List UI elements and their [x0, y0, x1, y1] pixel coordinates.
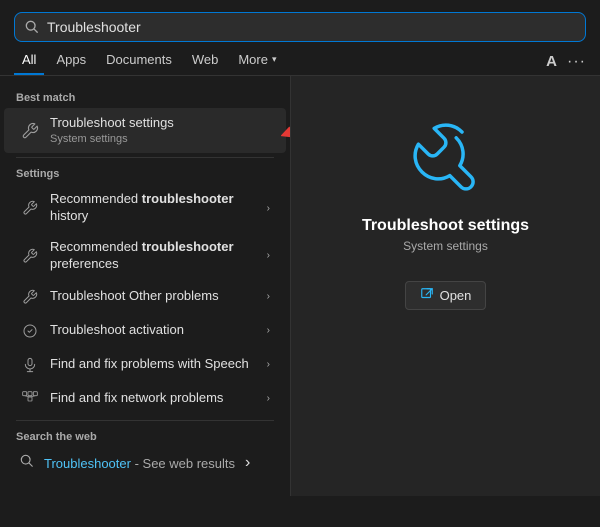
settings-item-activation[interactable]: Troubleshoot activation ›	[4, 314, 286, 348]
right-panel: Troubleshoot settings System settings Op…	[290, 76, 600, 496]
tab-documents[interactable]: Documents	[98, 48, 180, 75]
settings-item-network[interactable]: Find and fix network problems ›	[4, 382, 286, 416]
chevron-web: ›	[245, 454, 250, 472]
open-label: Open	[440, 288, 472, 303]
settings-item-text-1: Recommended troubleshooter history	[50, 191, 257, 225]
web-search-query: Troubleshooter	[44, 456, 131, 471]
settings-item-other[interactable]: Troubleshoot Other problems ›	[4, 280, 286, 314]
open-button[interactable]: Open	[405, 281, 487, 310]
tab-web[interactable]: Web	[184, 48, 227, 75]
divider-2	[16, 420, 274, 421]
font-label: A	[546, 53, 557, 70]
search-input[interactable]	[47, 19, 575, 35]
large-wrench-icon	[406, 116, 486, 196]
web-search-text: Troubleshooter - See web results	[44, 456, 235, 471]
best-match-label: Best match	[0, 86, 290, 108]
search-bar[interactable]	[14, 12, 586, 42]
settings-item-text-2: Recommended troubleshooter preferences	[50, 239, 257, 273]
settings-item-text-3: Troubleshoot Other problems	[50, 288, 257, 305]
chevron-icon-1: ›	[267, 203, 270, 214]
tabs-bar: All Apps Documents Web More ▾ A ···	[0, 42, 600, 76]
best-match-subtitle: System settings	[50, 132, 270, 146]
settings-icon-4	[20, 321, 40, 341]
search-web-label: Search the web	[0, 425, 290, 447]
settings-item-text-4: Troubleshoot activation	[50, 322, 257, 339]
settings-item-speech[interactable]: Find and fix problems with Speech ›	[4, 348, 286, 382]
wrench-icon	[20, 121, 40, 141]
left-panel: Best match Troubleshoot settings System …	[0, 76, 290, 496]
chevron-icon-2: ›	[267, 250, 270, 261]
settings-label: Settings	[0, 162, 290, 184]
main-layout: Best match Troubleshoot settings System …	[0, 76, 600, 496]
chevron-icon-4: ›	[267, 325, 270, 336]
right-panel-title: Troubleshoot settings	[362, 217, 529, 235]
right-panel-icon-area	[406, 116, 486, 201]
settings-icon-3	[20, 287, 40, 307]
best-match-text: Troubleshoot settings System settings	[50, 115, 270, 146]
network-icon	[20, 389, 40, 409]
best-match-item[interactable]: Troubleshoot settings System settings	[4, 108, 286, 153]
settings-item-rec-prefs[interactable]: Recommended troubleshooter preferences ›	[4, 232, 286, 280]
red-arrow	[281, 116, 290, 146]
tab-more[interactable]: More ▾	[230, 48, 284, 75]
tab-all[interactable]: All	[14, 48, 44, 75]
settings-item-text-6: Find and fix network problems	[50, 390, 257, 407]
search-icon	[25, 20, 39, 34]
best-match-title: Troubleshoot settings	[50, 115, 270, 132]
web-search-suffix: - See web results	[131, 456, 235, 471]
right-panel-subtitle: System settings	[403, 239, 488, 253]
more-options-icon[interactable]: ···	[567, 53, 586, 71]
chevron-icon-3: ›	[267, 291, 270, 302]
settings-icon-1	[20, 198, 40, 218]
chevron-icon-5: ›	[267, 359, 270, 370]
chevron-icon-6: ›	[267, 393, 270, 404]
chevron-down-icon: ▾	[272, 54, 277, 65]
web-search-icon	[20, 454, 34, 473]
header-right: A ···	[546, 53, 586, 71]
web-search-item[interactable]: Troubleshooter - See web results ›	[4, 447, 286, 480]
divider	[16, 157, 274, 158]
settings-item-rec-history[interactable]: Recommended troubleshooter history ›	[4, 184, 286, 232]
settings-item-text-5: Find and fix problems with Speech	[50, 356, 257, 373]
open-icon	[420, 287, 434, 304]
tab-apps[interactable]: Apps	[48, 48, 94, 75]
mic-icon	[20, 355, 40, 375]
settings-icon-2	[20, 246, 40, 266]
